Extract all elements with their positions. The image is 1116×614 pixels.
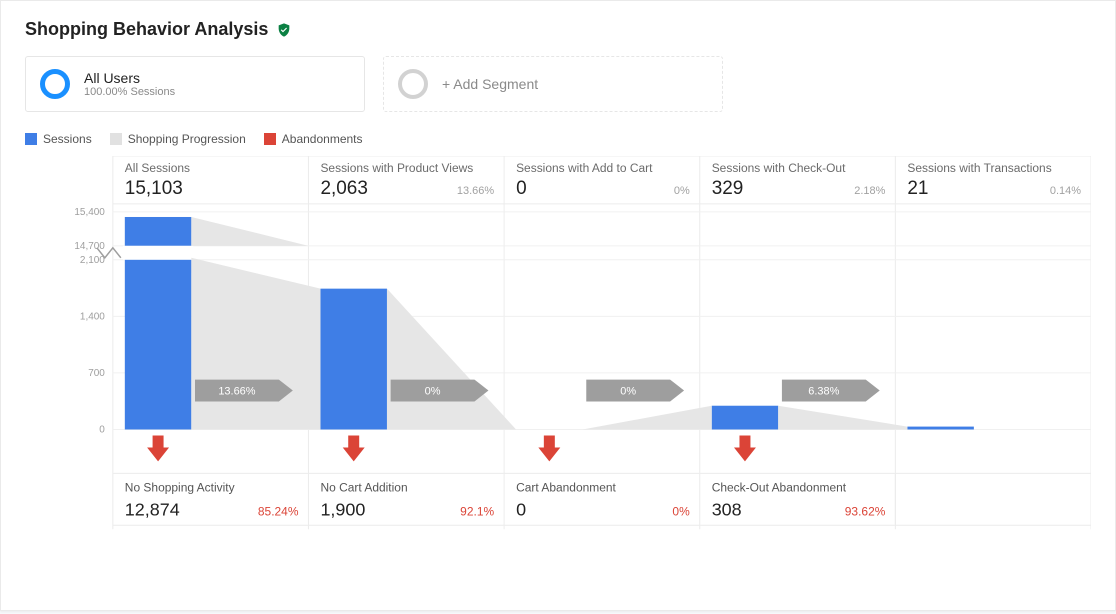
- abandon-value: 12,874: [125, 499, 180, 519]
- abandon-arrow-icon: [343, 435, 365, 461]
- abandon-pct: 0%: [672, 504, 690, 518]
- abandon-label: Check-Out Abandonment: [712, 480, 847, 494]
- funnel-bar: [320, 289, 387, 430]
- abandon-value: 308: [712, 499, 742, 519]
- legend-progression: Shopping Progression: [110, 132, 246, 146]
- funnel-chart: All Sessions 15,103 Sessions with Product …: [1, 156, 1115, 610]
- y-tick: 2,100: [80, 255, 105, 266]
- step-label: Sessions with Add to Cart: [516, 161, 653, 175]
- abandon-label: No Shopping Activity: [125, 480, 235, 494]
- step-label: Sessions with Check-Out: [712, 161, 846, 175]
- y-tick: 700: [88, 368, 105, 379]
- flow-pct: 0%: [425, 386, 441, 398]
- step-value: 329: [712, 178, 744, 199]
- abandon-arrow-icon: [147, 435, 169, 461]
- legend-sessions: Sessions: [25, 132, 92, 146]
- progression-shape: [191, 258, 320, 430]
- legend-swatch-icon: [110, 133, 122, 145]
- progression-shape: [778, 406, 907, 430]
- step-value: 0: [516, 178, 527, 199]
- segment-title: All Users: [84, 70, 175, 86]
- add-segment-button[interactable]: + Add Segment: [383, 56, 723, 112]
- abandon-pct: 85.24%: [258, 504, 299, 518]
- funnel-bar: [125, 217, 192, 246]
- verified-shield-icon: [276, 22, 292, 38]
- y-tick: 0: [99, 424, 105, 435]
- legend-swatch-icon: [264, 133, 276, 145]
- analytics-card: Shopping Behavior Analysis All Users 100…: [0, 0, 1116, 611]
- segment-all-users[interactable]: All Users 100.00% Sessions: [25, 56, 365, 112]
- segment-bar: All Users 100.00% Sessions + Add Segment: [1, 50, 1115, 128]
- segment-sub: 100.00% Sessions: [84, 86, 175, 98]
- abandon-value: 0: [516, 499, 526, 519]
- segment-circle-icon: [40, 69, 70, 99]
- page-title: Shopping Behavior Analysis: [25, 19, 268, 40]
- funnel-bar: [125, 258, 192, 430]
- chart-legend: Sessions Shopping Progression Abandonmen…: [1, 128, 1115, 156]
- abandon-arrow-icon: [538, 435, 560, 461]
- page-header: Shopping Behavior Analysis: [1, 1, 1115, 50]
- flow-pct: 0%: [620, 386, 636, 398]
- legend-abandon: Abandonments: [264, 132, 363, 146]
- abandon-value: 1,900: [320, 499, 365, 519]
- y-tick: 15,400: [74, 207, 105, 218]
- step-label: All Sessions: [125, 161, 190, 175]
- abandon-label: Cart Abandonment: [516, 480, 616, 494]
- funnel-svg: All Sessions 15,103 Sessions with Product …: [25, 156, 1091, 585]
- funnel-bar: [712, 406, 779, 430]
- progression-shape: [583, 406, 712, 430]
- step-pct: 13.66%: [457, 185, 494, 197]
- progression-shape: [387, 289, 516, 430]
- funnel-bar: [907, 427, 974, 430]
- step-label: Sessions with Product Views: [320, 161, 473, 175]
- flow-pct: 6.38%: [808, 386, 839, 398]
- step-value: 2,063: [320, 178, 367, 199]
- step-value: 15,103: [125, 178, 183, 199]
- step-pct: 0%: [674, 185, 690, 197]
- step-pct: 0.14%: [1050, 185, 1081, 197]
- add-segment-label: + Add Segment: [442, 76, 538, 92]
- flow-pct: 13.66%: [218, 386, 255, 398]
- step-pct: 2.18%: [854, 185, 885, 197]
- y-tick: 1,400: [80, 311, 105, 322]
- step-value: 21: [907, 178, 928, 199]
- abandon-pct: 92.1%: [460, 504, 494, 518]
- abandon-label: No Cart Addition: [320, 480, 407, 494]
- y-tick: 14,700: [74, 241, 105, 252]
- abandon-arrow-icon: [734, 435, 756, 461]
- step-label: Sessions with Transactions: [907, 161, 1051, 175]
- legend-swatch-icon: [25, 133, 37, 145]
- abandon-pct: 93.62%: [845, 504, 886, 518]
- segment-placeholder-icon: [398, 69, 428, 99]
